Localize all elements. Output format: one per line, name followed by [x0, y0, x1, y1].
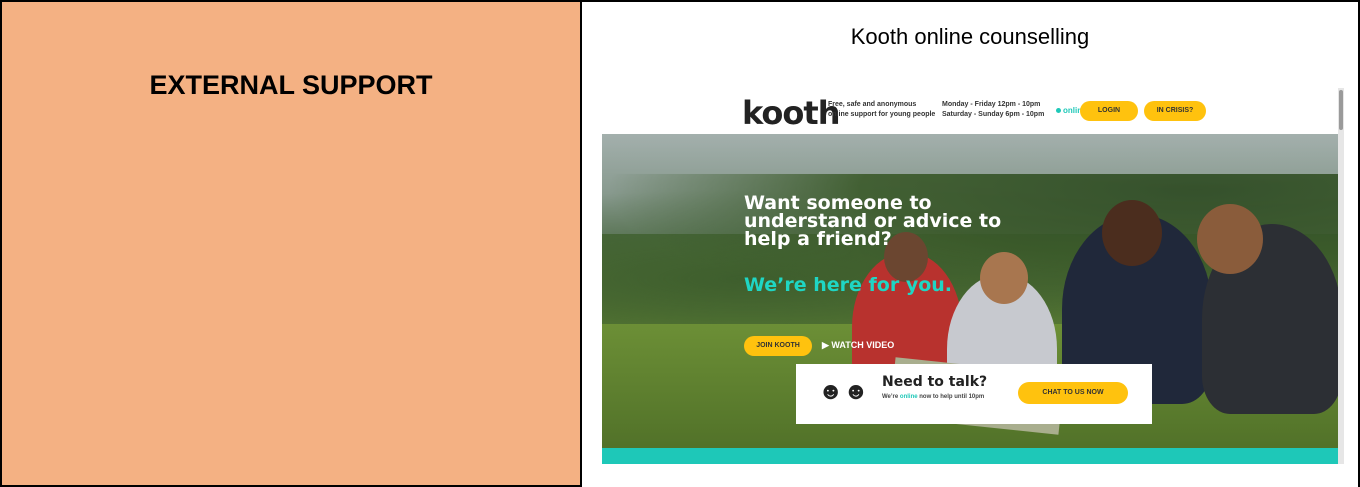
login-button[interactable]: LOGIN — [1080, 101, 1138, 121]
head-4 — [1197, 204, 1263, 274]
card-text: We’re online now to help until 10pm — [882, 394, 985, 400]
hours-weekend: Saturday - Sunday 6pm - 10pm — [942, 111, 1045, 118]
site-header: kooth Free, safe and anonymous online su… — [602, 88, 1344, 134]
left-panel: EXTERNAL SUPPORT — [0, 0, 582, 487]
hero-subheadline: We’re here for you. — [744, 274, 953, 296]
watch-video-label: WATCH VIDEO — [831, 340, 895, 350]
teal-footer-band — [602, 448, 1344, 464]
card-online-word: online — [899, 394, 918, 400]
head-3 — [1102, 200, 1162, 266]
hours-weekday: Monday - Friday 12pm - 10pm — [942, 101, 1041, 108]
external-support-heading: EXTERNAL SUPPORT — [149, 70, 433, 100]
need-to-talk-card: ☻☻ Need to talk? We’re online now to hel… — [796, 364, 1152, 424]
faces-icon: ☻☻ — [818, 378, 869, 405]
hero-headline: Want someone to understand or advice to … — [744, 192, 1002, 250]
watch-video-link[interactable]: ▶ WATCH VIDEO — [822, 340, 894, 351]
layout-table: EXTERNAL SUPPORT Kooth online counsellin… — [0, 0, 1360, 487]
scrollbar-thumb[interactable] — [1339, 90, 1343, 130]
join-kooth-button[interactable]: JOIN KOOTH — [744, 336, 812, 356]
scrollbar[interactable] — [1338, 88, 1344, 464]
in-crisis-button[interactable]: IN CRISIS? — [1144, 101, 1206, 121]
chat-to-us-button[interactable]: CHAT TO US NOW — [1018, 382, 1128, 404]
play-icon: ▶ — [822, 340, 832, 350]
online-dot-icon — [1056, 108, 1061, 113]
kooth-logo[interactable]: kooth — [742, 94, 840, 132]
right-panel: Kooth online counselling kooth Free, saf… — [580, 0, 1360, 487]
kooth-website-screenshot: kooth Free, safe and anonymous online su… — [602, 88, 1344, 464]
kooth-caption: Kooth online counselling — [850, 24, 1090, 49]
card-title: Need to talk? — [882, 374, 988, 390]
site-tagline: Free, safe and anonymous online support … — [828, 101, 936, 118]
opening-hours: Monday - Friday 12pm - 10pm Saturday - S… — [942, 100, 1052, 120]
